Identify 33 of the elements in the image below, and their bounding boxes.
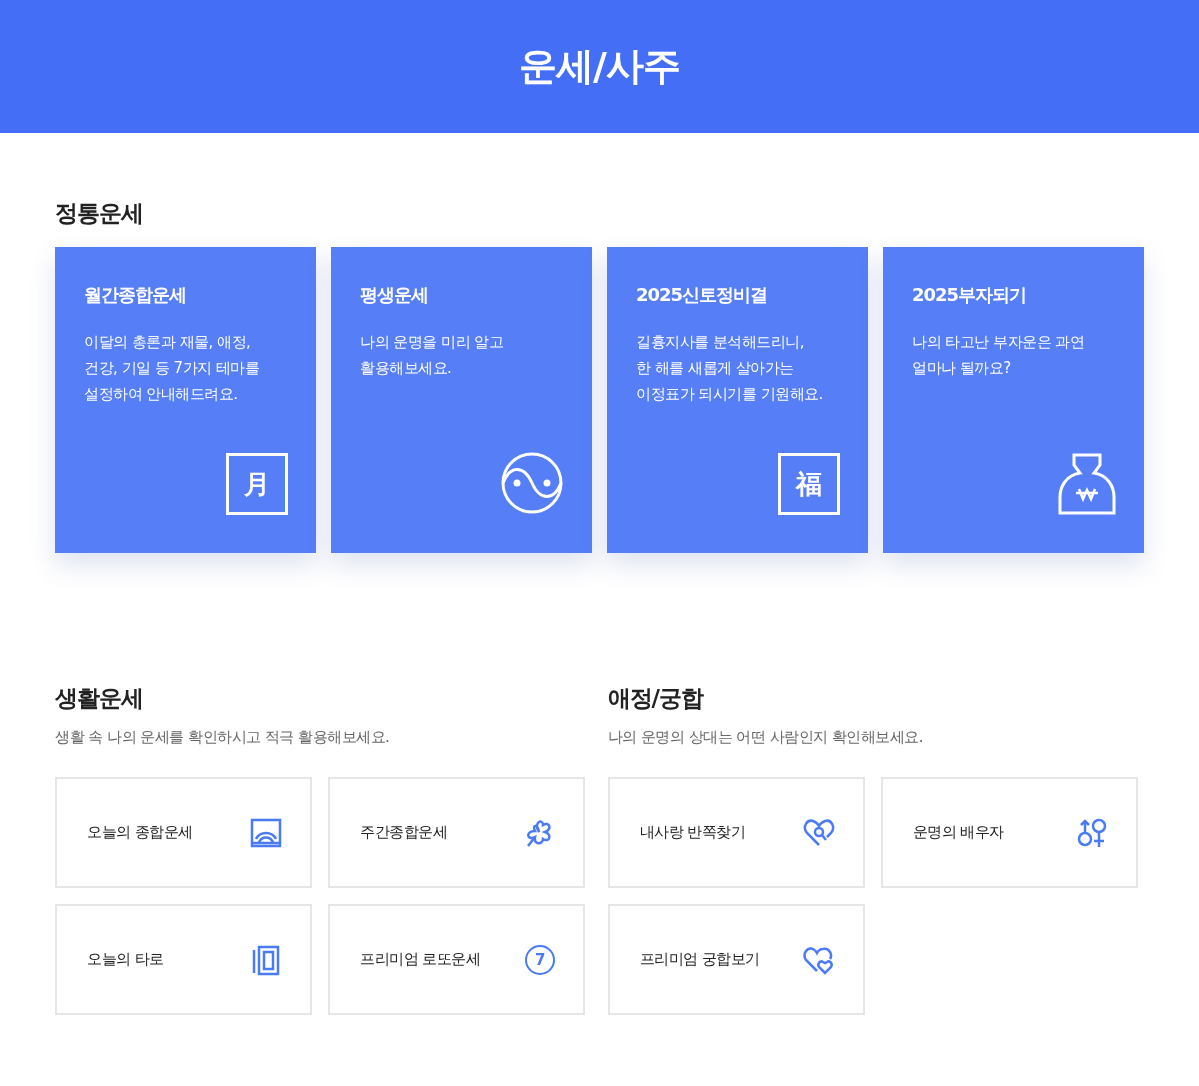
card-title: 2025신토정비결: [636, 283, 769, 307]
fortune-menu-button[interactable]: 내사랑 반쪽찾기: [607, 777, 865, 888]
fortune-menu-button[interactable]: 오늘의 종합운세: [55, 777, 312, 888]
page-title: 운세/사주: [519, 43, 680, 90]
card-title: 월간종합운세: [84, 283, 187, 307]
card-description: 이달의 총론과 재물, 애정, 건강, 기일 등 7가지 테마를 설정하여 안내해드려요.: [84, 332, 261, 405]
section-subtitle: 생활 속 나의 운세를 확인하시고 적극 활용해보세요.: [55, 728, 391, 747]
fortune-card[interactable]: 평생운세 나의 운명을 미리 알고 활용해보세요.: [331, 247, 592, 553]
fortune-card[interactable]: 2025부자되기 나의 타고난 부자운은 과연 얼마나 될까요?: [883, 247, 1144, 553]
sunrise-icon: [250, 816, 282, 849]
gender-symbols-icon: [1075, 816, 1108, 849]
section-title: 애정/궁합: [607, 684, 705, 713]
fortune-menu-button[interactable]: 운명의 배우자: [880, 777, 1138, 888]
card-title: 2025부자되기: [912, 283, 1028, 307]
fortune-card[interactable]: 월간종합운세 이달의 총론과 재물, 애정, 건강, 기일 등 7가지 테마를 설정하여 안내해드려요. 月: [55, 247, 316, 553]
fortune-menu-button[interactable]: 오늘의 타로: [55, 904, 312, 1015]
cards-icon: [250, 943, 282, 976]
card-title: 평생운세: [360, 283, 429, 307]
section-title: 생활운세: [55, 684, 144, 713]
hanja-icon: 月: [226, 453, 288, 515]
fortune-card[interactable]: 2025신토정비결 길흉지사를 분석해드리니, 한 해를 새롭게 살아가는 이정표가 되시기를 기원해요. 福: [607, 247, 868, 553]
section-subtitle: 나의 운명의 상대는 어떤 사람인지 확인해보세요.: [607, 728, 925, 747]
money-bag-icon: [1058, 453, 1116, 515]
fortune-menu-button[interactable]: 주간종합운세: [328, 777, 585, 888]
section-title: 정통운세: [55, 199, 144, 228]
card-description: 나의 타고난 부자운은 과연 얼마나 될까요?: [912, 332, 1086, 379]
number-icon: 7: [525, 944, 555, 975]
card-description: 나의 운명을 미리 알고 활용해보세요.: [360, 332, 505, 379]
card-description: 길흉지사를 분석해드리니, 한 해를 새롭게 살아가는 이정표가 되시기를 기원해요.: [636, 332, 824, 405]
fortune-menu-button[interactable]: 프리미엄 로또운세 7: [328, 904, 585, 1015]
hanja-icon: 福: [778, 453, 840, 515]
fortune-menu-button[interactable]: 프리미엄 궁합보기: [607, 904, 865, 1015]
yin-yang-icon: [500, 451, 564, 515]
